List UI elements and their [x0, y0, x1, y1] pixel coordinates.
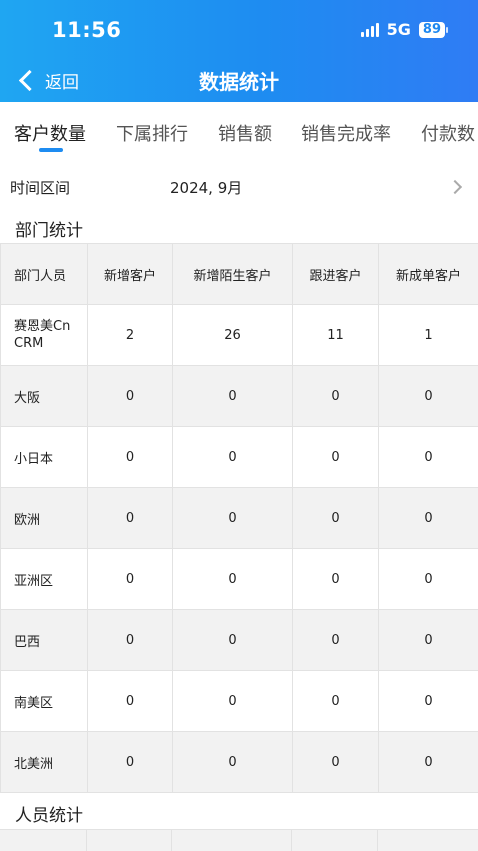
table-row: 巴西 0 0 0 0 — [1, 610, 478, 671]
dept-name: 赛恩美Cn CRM — [1, 305, 88, 366]
table-cell: 0 — [379, 732, 478, 793]
table-column-stub — [172, 830, 292, 851]
table-cell: 0 — [293, 488, 379, 549]
table-cell: 0 — [293, 427, 379, 488]
table-cell: 0 — [173, 366, 293, 427]
table-cell: 0 — [88, 366, 173, 427]
dept-name: 小日本 — [1, 427, 88, 488]
dept-stats-table: 部门人员 新增客户 新增陌生客户 跟进客户 新成单客户 赛恩美Cn CRM 2 … — [0, 243, 478, 793]
table-cell: 0 — [173, 610, 293, 671]
chevron-right-icon — [448, 180, 462, 194]
table-cell: 0 — [173, 549, 293, 610]
tab-bar: 客户数量 下属排行 销售额 销售完成率 付款数 — [0, 102, 478, 156]
tab-customer-count[interactable]: 客户数量 — [14, 120, 86, 146]
column-header: 新增客户 — [88, 244, 173, 305]
dept-name: 欧洲 — [1, 488, 88, 549]
dept-name: 大阪 — [1, 366, 88, 427]
status-indicators: 5G 89 — [361, 20, 448, 39]
status-time: 11:56 — [52, 18, 121, 42]
table-cell: 0 — [293, 549, 379, 610]
column-header: 新增陌生客户 — [173, 244, 293, 305]
table-cell: 0 — [173, 732, 293, 793]
table-cell: 2 — [88, 305, 173, 366]
table-cell: 0 — [173, 427, 293, 488]
table-column-stub — [87, 830, 172, 851]
table-cell: 0 — [88, 610, 173, 671]
network-type: 5G — [387, 20, 411, 39]
table-cell: 0 — [293, 366, 379, 427]
table-column-stub — [0, 830, 87, 851]
table-cell: 0 — [173, 488, 293, 549]
table-cell: 1 — [379, 305, 478, 366]
battery-icon: 89 — [419, 22, 448, 38]
table-cell: 11 — [293, 305, 379, 366]
time-range-selector[interactable]: 时间区间 2024, 9月 — [0, 164, 478, 208]
time-range-label: 时间区间 — [10, 177, 70, 198]
column-header: 部门人员 — [1, 244, 88, 305]
people-section-title: 人员统计 — [15, 801, 83, 826]
page-title: 数据统计 — [0, 66, 478, 95]
table-cell: 0 — [379, 366, 478, 427]
table-row: 赛恩美Cn CRM 2 26 11 1 — [1, 305, 478, 366]
table-cell: 0 — [88, 549, 173, 610]
table-cell: 26 — [173, 305, 293, 366]
table-row: 亚洲区 0 0 0 0 — [1, 549, 478, 610]
table-cell: 0 — [293, 671, 379, 732]
table-row: 北美洲 0 0 0 0 — [1, 732, 478, 793]
app-header: 11:56 5G 89 返回 数据统计 — [0, 0, 478, 102]
table-cell: 0 — [379, 610, 478, 671]
dept-name: 巴西 — [1, 610, 88, 671]
table-cell: 0 — [88, 488, 173, 549]
column-header: 跟进客户 — [293, 244, 379, 305]
dept-name: 亚洲区 — [1, 549, 88, 610]
table-cell: 0 — [173, 671, 293, 732]
table-row: 欧洲 0 0 0 0 — [1, 488, 478, 549]
signal-icon — [361, 23, 379, 37]
tab-payment-count[interactable]: 付款数 — [421, 120, 475, 146]
table-cell: 0 — [379, 488, 478, 549]
table-row: 小日本 0 0 0 0 — [1, 427, 478, 488]
column-header: 新成单客户 — [379, 244, 478, 305]
table-row: 南美区 0 0 0 0 — [1, 671, 478, 732]
people-stats-table — [0, 829, 478, 851]
table-cell: 0 — [88, 732, 173, 793]
table-column-stub — [292, 830, 378, 851]
table-cell: 0 — [293, 610, 379, 671]
table-cell: 0 — [88, 671, 173, 732]
dept-name: 南美区 — [1, 671, 88, 732]
table-cell: 0 — [88, 427, 173, 488]
table-header-row: 部门人员 新增客户 新增陌生客户 跟进客户 新成单客户 — [1, 244, 478, 305]
dept-name: 北美洲 — [1, 732, 88, 793]
table-cell: 0 — [379, 549, 478, 610]
table-row: 大阪 0 0 0 0 — [1, 366, 478, 427]
tab-sales-amount[interactable]: 销售额 — [218, 120, 272, 146]
table-cell: 0 — [293, 732, 379, 793]
table-cell: 0 — [379, 427, 478, 488]
time-range-value: 2024, 9月 — [170, 177, 242, 198]
table-cell: 0 — [379, 671, 478, 732]
active-tab-indicator — [39, 148, 63, 152]
dept-section-title: 部门统计 — [15, 216, 83, 241]
battery-level: 89 — [419, 22, 445, 38]
tab-sales-completion-rate[interactable]: 销售完成率 — [301, 120, 391, 146]
tab-subordinate-ranking[interactable]: 下属排行 — [116, 120, 188, 146]
